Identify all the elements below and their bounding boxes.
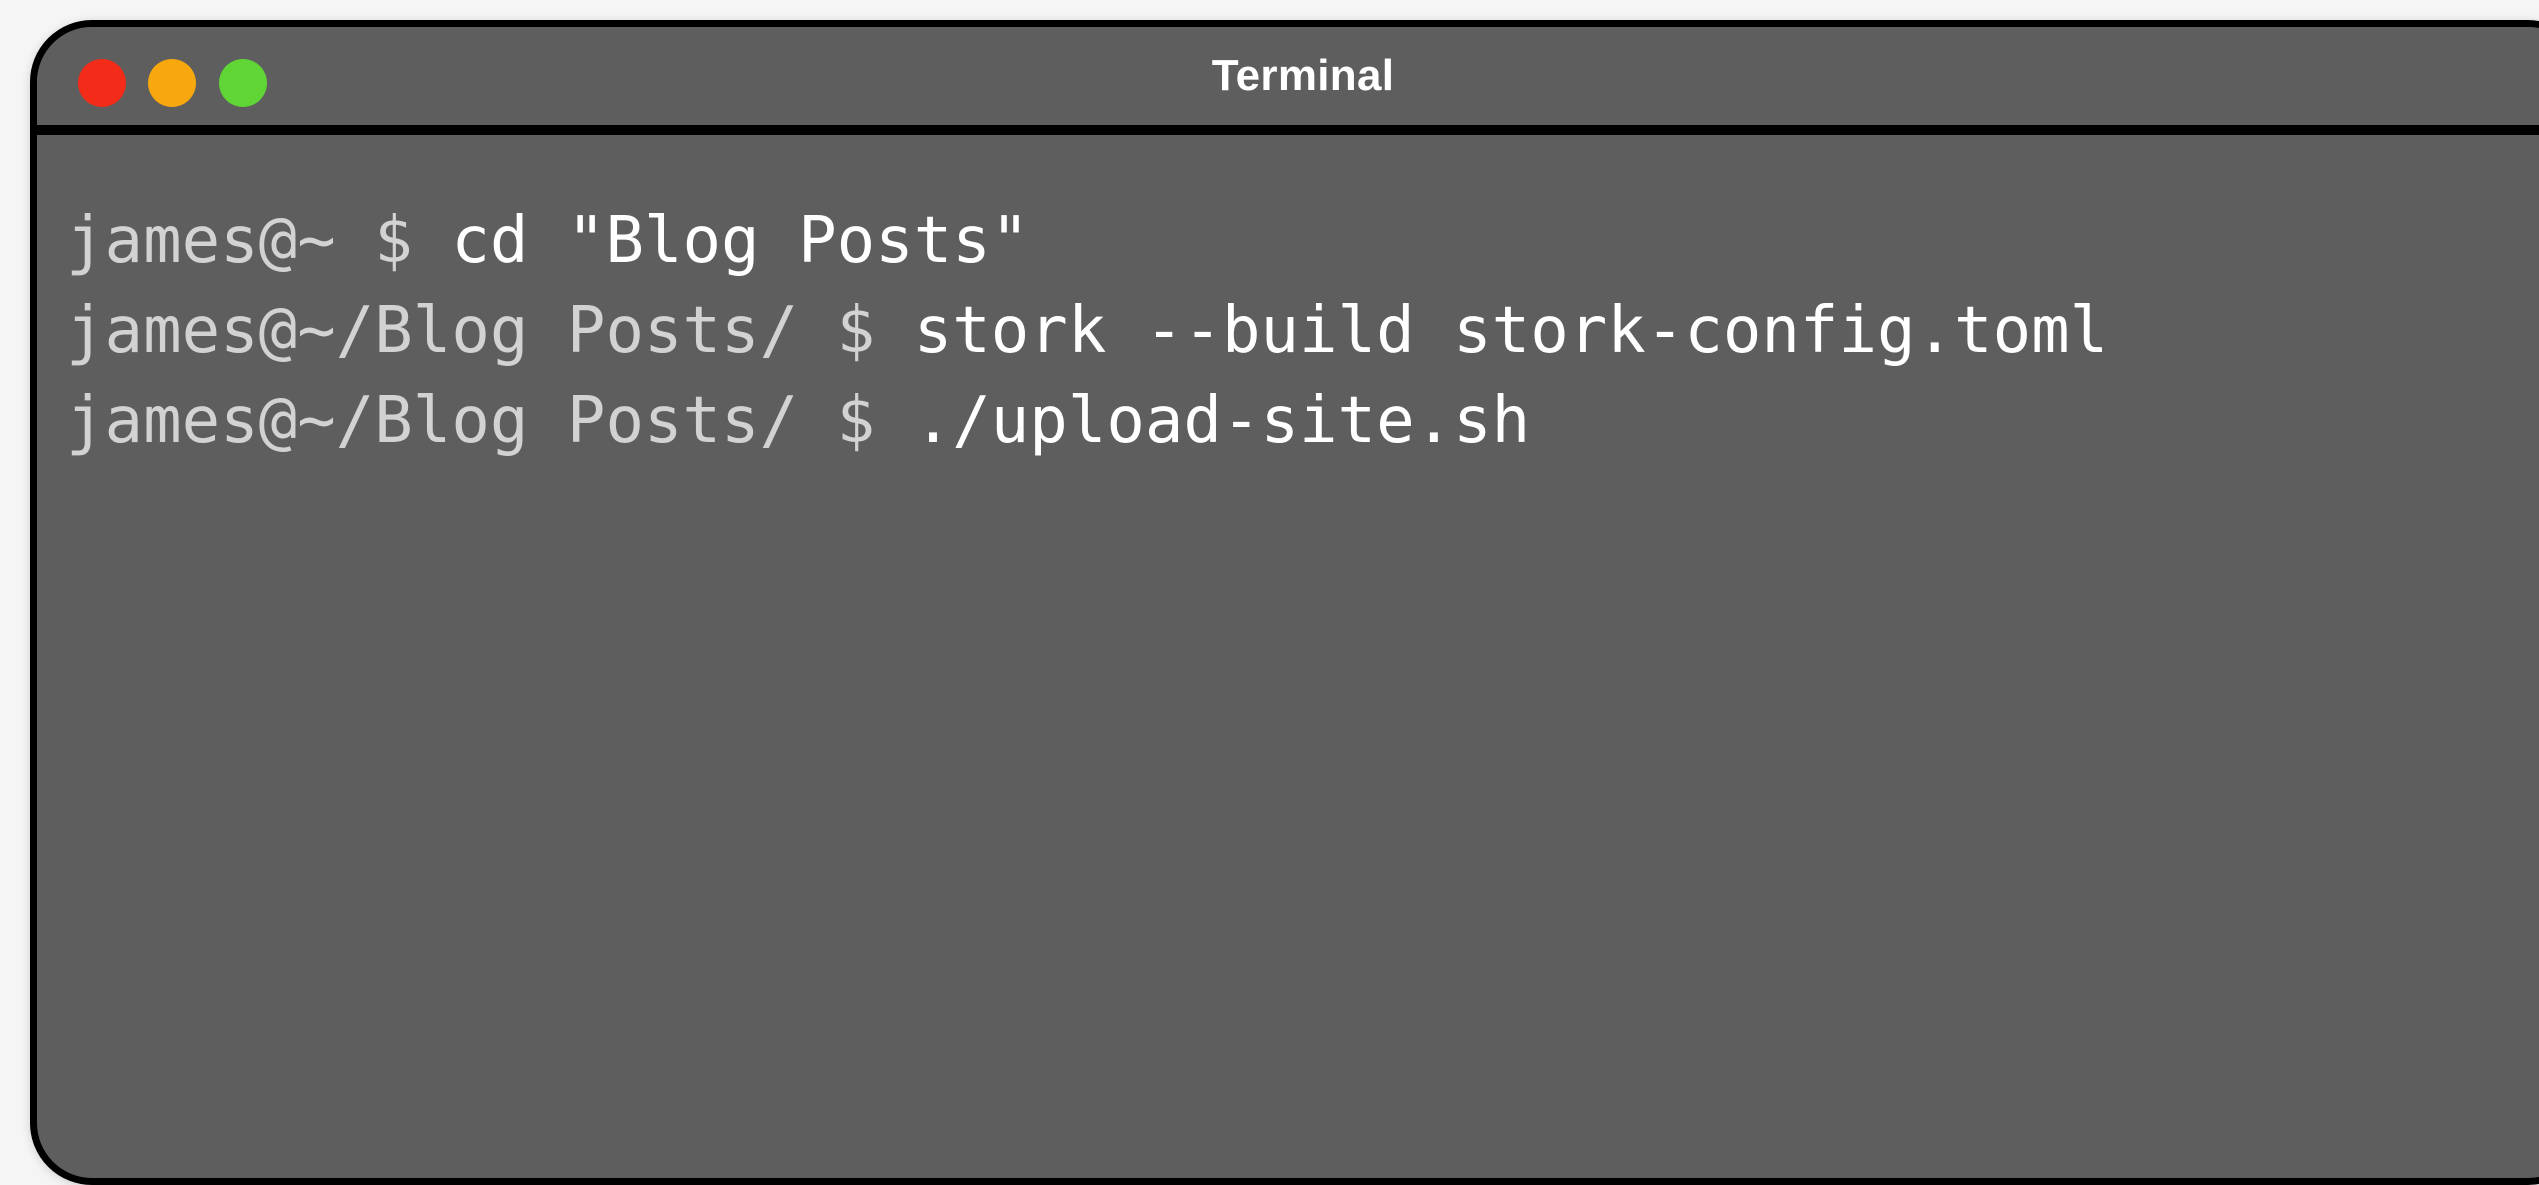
terminal-line: james@~/Blog Posts/ $ stork --build stor… [66,291,2108,371]
shell-command: stork --build stork-config.toml [913,294,2109,368]
shell-command: cd "Blog Posts" [451,204,1030,278]
shell-prompt: james@~/Blog Posts/ $ [66,384,914,458]
terminal-line: james@~/Blog Posts/ $ ./upload-site.sh [66,381,1530,461]
terminal-output[interactable]: james@~ $ cd "Blog Posts" james@~/Blog P… [37,135,2539,1178]
terminal-line: james@~ $ cd "Blog Posts" [66,201,1029,281]
shell-prompt: james@~/Blog Posts/ $ [66,294,914,368]
terminal-window: Terminal james@~ $ cd "Blog Posts" james… [30,20,2539,1185]
shell-prompt: james@~ $ [66,204,452,278]
titlebar[interactable]: Terminal [37,27,2539,135]
shell-command: ./upload-site.sh [913,384,1531,458]
window-title: Terminal [1211,51,1395,100]
